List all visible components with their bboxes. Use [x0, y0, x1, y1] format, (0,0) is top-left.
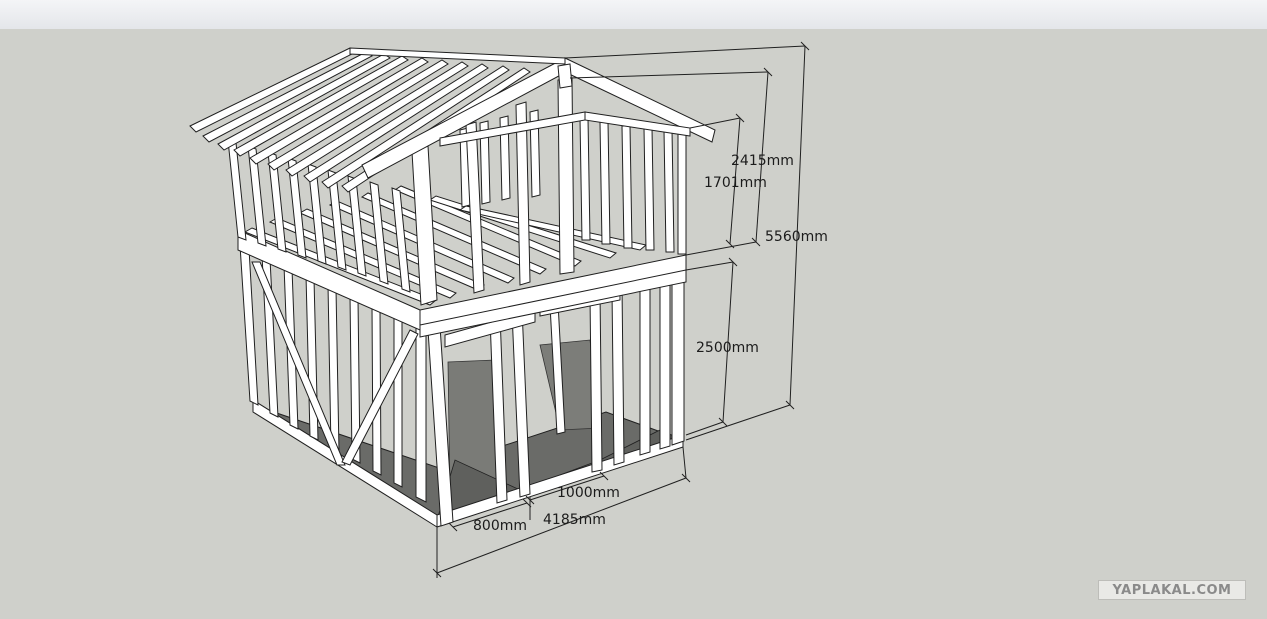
dim-label-attic-wall-height: 1701mm [704, 175, 767, 191]
dim-label-house-width: 4185mm [543, 512, 606, 528]
house-frame-model[interactable]: 2415mm 1701mm 5560mm 2500mm 1000mm 4185m… [0, 29, 1267, 619]
ridge-post [557, 63, 573, 89]
dim-label-door-wide: 1000mm [557, 485, 620, 501]
sketchup-viewport[interactable]: 2415mm 1701mm 5560mm 2500mm 1000mm 4185m… [0, 29, 1267, 619]
dim-label-door-narrow: 800mm [473, 518, 527, 534]
window-top-bar [0, 0, 1267, 30]
dim-label-ground-floor-height: 2500mm [696, 340, 759, 356]
upper-right-wall-studs [579, 117, 687, 255]
rafters [189, 47, 531, 193]
dim-label-roof-height: 2415mm [731, 153, 794, 169]
dim-label-total-height: 5560mm [765, 229, 828, 245]
watermark-logo: YAPLAKAL.COM [1098, 580, 1246, 600]
